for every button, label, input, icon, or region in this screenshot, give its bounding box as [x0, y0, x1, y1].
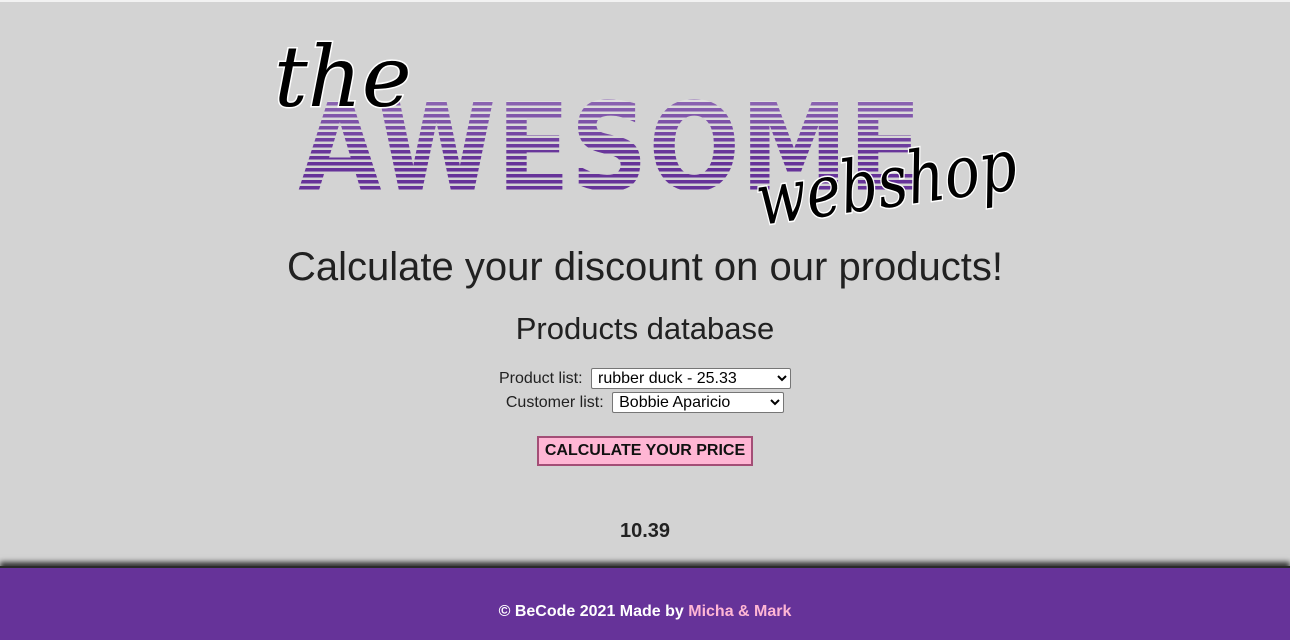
footer: © BeCode 2021 Made by Micha & Mark — [0, 566, 1290, 640]
site-logo[interactable]: AWESOME AWESOME the webshop — [260, 18, 1040, 241]
logo-the-word: the — [274, 28, 412, 126]
product-select[interactable]: rubber duck - 25.33 — [591, 368, 792, 390]
result-price: 10.39 — [619, 520, 671, 542]
top-edge — [0, 0, 1290, 2]
product-list-label: Product list: — [498, 370, 583, 387]
customer-select[interactable]: Bobbie Aparicio — [612, 392, 785, 414]
product-row: Product list: rubber duck - 25.33 — [0, 368, 1290, 390]
calculate-price-button[interactable]: CALCULATE YOUR PRICE — [537, 436, 753, 466]
customer-list-label: Customer list: — [505, 394, 604, 411]
authors-link[interactable]: Micha & Mark — [688, 603, 791, 620]
footer-text: © BeCode 2021 Made by Micha & Mark — [0, 602, 1290, 622]
customer-row: Customer list: Bobbie Aparicio — [0, 392, 1290, 414]
page-title: Calculate your discount on our products! — [287, 245, 1003, 289]
copyright-text: © BeCode 2021 Made by — [498, 603, 684, 620]
section-title: Products database — [515, 311, 775, 346]
